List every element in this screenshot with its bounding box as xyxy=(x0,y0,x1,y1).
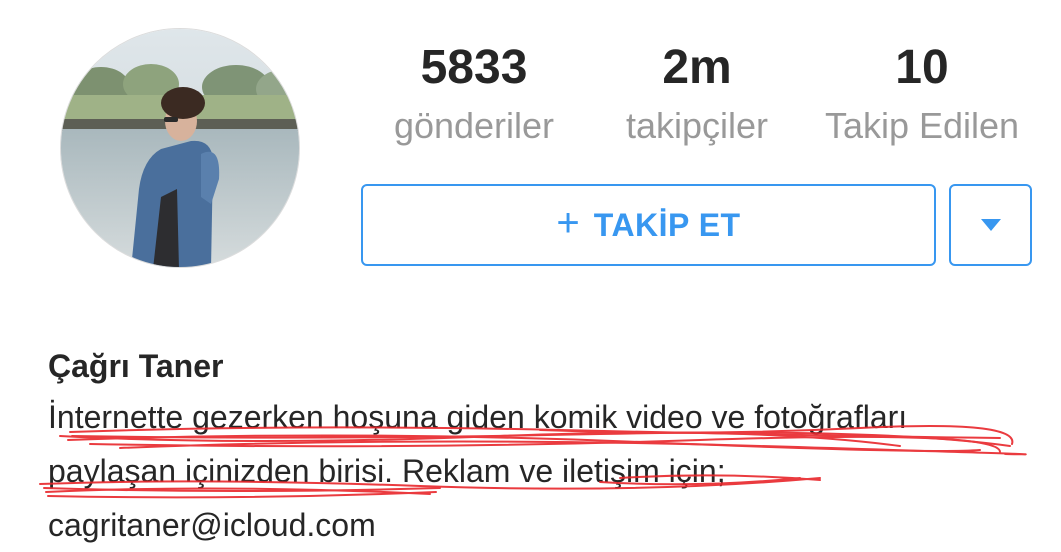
stat-following[interactable]: 10 Takip Edilen xyxy=(808,40,1036,150)
follow-button-label: TAKİP ET xyxy=(593,206,741,243)
follow-button[interactable]: + TAKİP ET xyxy=(361,184,936,266)
stat-posts[interactable]: 5833 gönderiler xyxy=(379,40,569,150)
profile-bio: Çağrı Taner İnternette gezerken hoşuna g… xyxy=(48,342,1048,552)
posts-label: gönderiler xyxy=(393,105,555,146)
bio-line: paylaşan içinizden birisi. Reklam ve ile… xyxy=(48,453,726,489)
followers-label: takipçiler xyxy=(625,105,769,146)
avatar-photo xyxy=(61,29,299,267)
plus-icon: + xyxy=(556,201,580,245)
followers-count: 2m xyxy=(662,41,732,94)
posts-count: 5833 xyxy=(420,41,528,94)
caret-down-icon xyxy=(980,219,1001,231)
bio-email[interactable]: cagritaner@icloud.com xyxy=(48,498,1048,552)
stat-followers[interactable]: 2m takipçiler xyxy=(608,40,786,150)
bio-line: İnternette gezerken hoşuna giden komik v… xyxy=(48,399,908,435)
profile-avatar[interactable] xyxy=(60,28,300,268)
suggested-accounts-dropdown-button[interactable] xyxy=(949,184,1032,266)
following-label: Takip Edilen xyxy=(824,105,1020,146)
following-count: 10 xyxy=(895,41,949,94)
profile-name: Çağrı Taner xyxy=(48,348,224,384)
